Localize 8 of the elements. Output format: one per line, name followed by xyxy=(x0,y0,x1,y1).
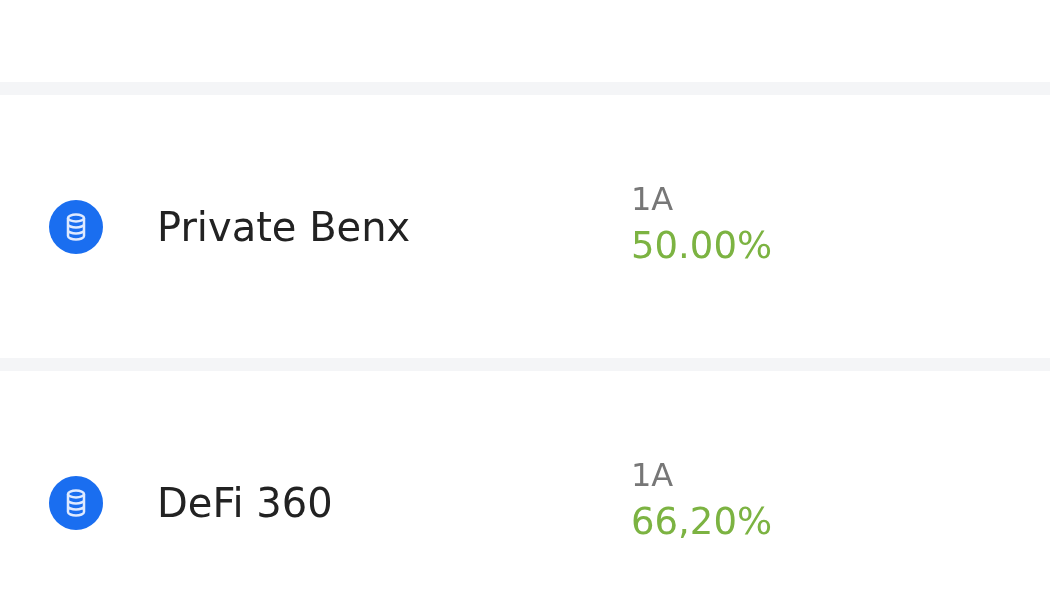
term-label: 1A xyxy=(631,180,675,218)
coin-stack-icon xyxy=(49,199,103,254)
term-label: 1A xyxy=(631,456,675,494)
fund-name: DeFi 360 xyxy=(157,479,334,526)
coin-stack-icon xyxy=(49,475,103,530)
rate-value: 50.00% xyxy=(631,224,773,267)
rate-value: 66,20% xyxy=(631,500,773,543)
fund-name: Private Benx xyxy=(157,203,412,250)
